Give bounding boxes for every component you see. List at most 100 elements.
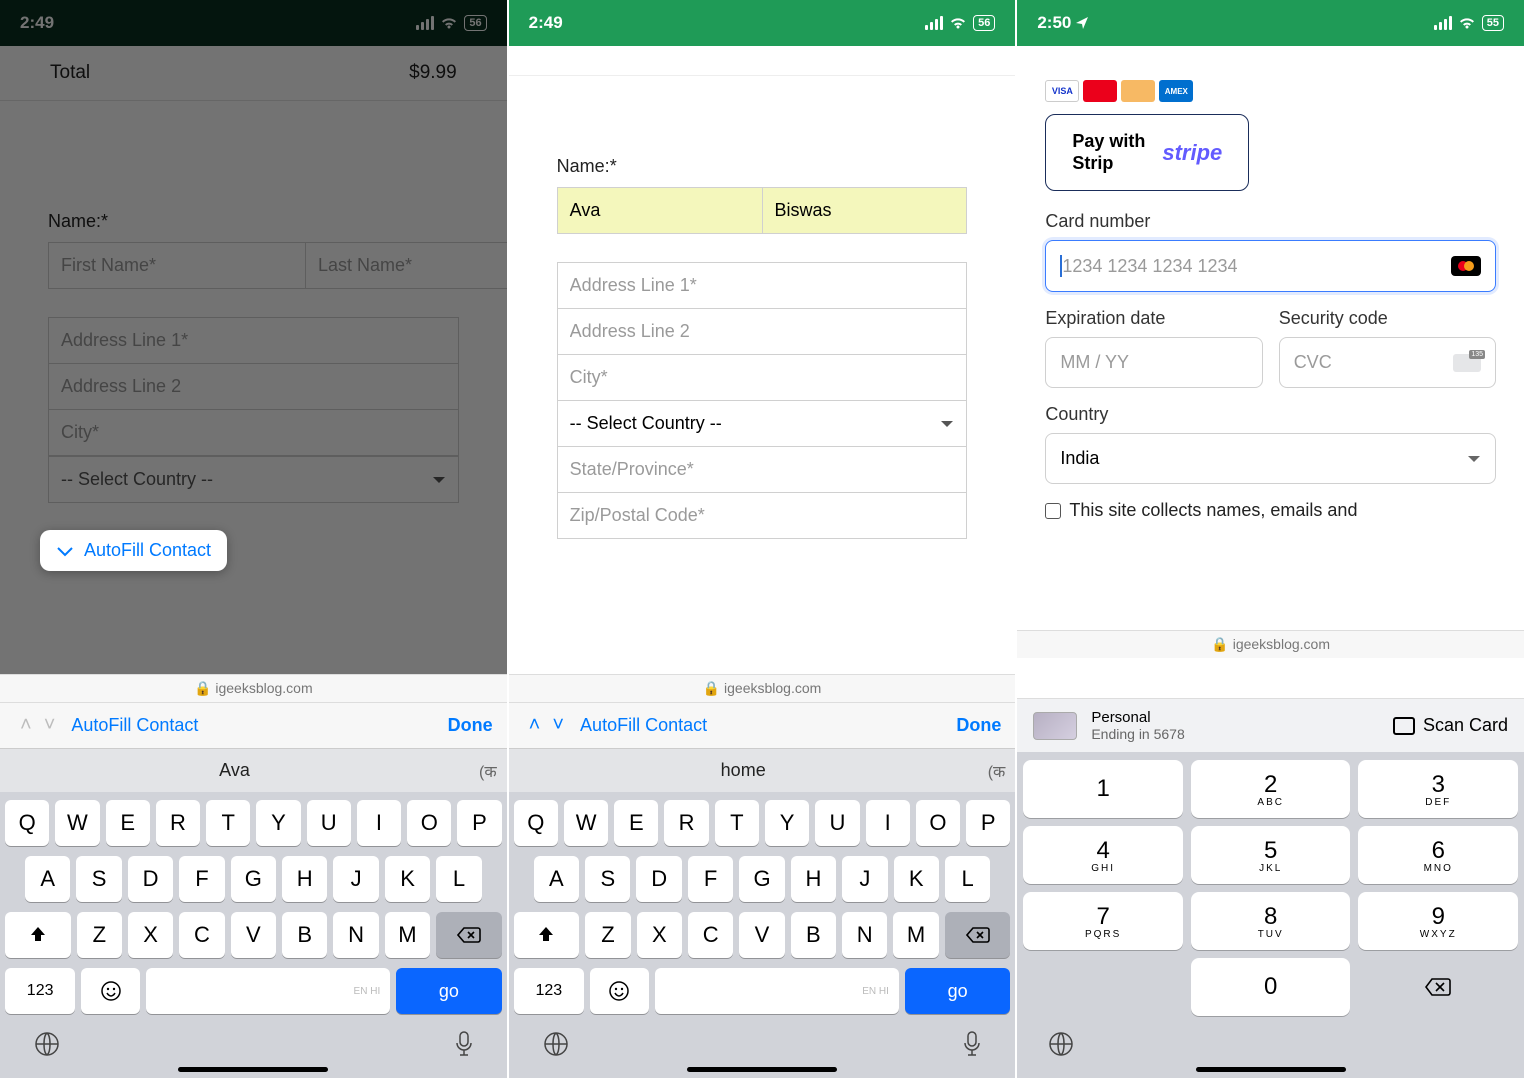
- autofill-popover[interactable]: AutoFill Contact: [40, 530, 227, 571]
- key-f[interactable]: F: [179, 856, 224, 902]
- key-z[interactable]: Z: [77, 912, 122, 958]
- key-r[interactable]: R: [156, 800, 200, 846]
- emoji-key[interactable]: [590, 968, 649, 1014]
- key-t[interactable]: T: [715, 800, 759, 846]
- consent-checkbox[interactable]: This site collects names, emails and: [1045, 500, 1496, 521]
- key-k[interactable]: K: [894, 856, 939, 902]
- shift-key[interactable]: [5, 912, 71, 958]
- key-b[interactable]: B: [282, 912, 327, 958]
- state-input[interactable]: [557, 447, 968, 493]
- key-l[interactable]: L: [436, 856, 481, 902]
- key-h[interactable]: H: [791, 856, 836, 902]
- key-c[interactable]: C: [179, 912, 224, 958]
- key-s[interactable]: S: [76, 856, 121, 902]
- keyboard-lang[interactable]: (क: [978, 760, 1016, 782]
- address2-input[interactable]: [557, 309, 968, 355]
- done-button[interactable]: Done: [448, 715, 493, 736]
- scan-card-button[interactable]: Scan Card: [1393, 715, 1508, 736]
- last-name-input[interactable]: Biswas: [763, 187, 968, 234]
- key-p[interactable]: P: [457, 800, 501, 846]
- key-y[interactable]: Y: [765, 800, 809, 846]
- key-c[interactable]: C: [688, 912, 733, 958]
- expiration-input[interactable]: MM / YY: [1045, 337, 1262, 388]
- country-select[interactable]: India: [1045, 433, 1496, 484]
- key-q[interactable]: Q: [5, 800, 49, 846]
- saved-card-button[interactable]: Personal Ending in 5678: [1091, 709, 1184, 742]
- address1-input[interactable]: [557, 262, 968, 309]
- numpad-0[interactable]: 0: [1191, 958, 1351, 1016]
- numpad-8[interactable]: 8TUV: [1191, 892, 1351, 950]
- dictate-key[interactable]: [962, 1030, 982, 1058]
- key-h[interactable]: H: [282, 856, 327, 902]
- suggestion-ava[interactable]: Ava: [0, 760, 469, 781]
- go-key[interactable]: go: [396, 968, 501, 1014]
- numpad-6[interactable]: 6MNO: [1358, 826, 1518, 884]
- home-indicator[interactable]: [178, 1067, 328, 1072]
- numbers-key[interactable]: 123: [5, 968, 75, 1014]
- key-g[interactable]: G: [739, 856, 784, 902]
- key-k[interactable]: K: [385, 856, 430, 902]
- key-x[interactable]: X: [128, 912, 173, 958]
- globe-key[interactable]: [33, 1030, 61, 1058]
- space-key[interactable]: EN HI: [146, 968, 390, 1014]
- key-r[interactable]: R: [664, 800, 708, 846]
- home-indicator[interactable]: [687, 1067, 837, 1072]
- numpad-4[interactable]: 4GHI: [1023, 826, 1183, 884]
- key-o[interactable]: O: [916, 800, 960, 846]
- key-u[interactable]: U: [815, 800, 859, 846]
- backspace-key[interactable]: [436, 912, 502, 958]
- key-v[interactable]: V: [739, 912, 784, 958]
- key-m[interactable]: M: [893, 912, 938, 958]
- globe-key[interactable]: [542, 1030, 570, 1058]
- numpad-3[interactable]: 3DEF: [1358, 760, 1518, 818]
- home-indicator[interactable]: [1196, 1067, 1346, 1072]
- key-b[interactable]: B: [791, 912, 836, 958]
- key-z[interactable]: Z: [585, 912, 630, 958]
- numpad-backspace[interactable]: [1358, 958, 1518, 1016]
- key-a[interactable]: A: [534, 856, 579, 902]
- zip-input[interactable]: [557, 493, 968, 539]
- suggestion-home[interactable]: home: [509, 760, 978, 781]
- key-w[interactable]: W: [55, 800, 99, 846]
- key-j[interactable]: J: [333, 856, 378, 902]
- key-d[interactable]: D: [636, 856, 681, 902]
- key-n[interactable]: N: [842, 912, 887, 958]
- autofill-contact-button[interactable]: AutoFill Contact: [580, 715, 707, 736]
- space-key[interactable]: EN HI: [655, 968, 899, 1014]
- prev-field-button[interactable]: ˄: [14, 714, 38, 737]
- emoji-key[interactable]: [81, 968, 140, 1014]
- key-n[interactable]: N: [333, 912, 378, 958]
- key-e[interactable]: E: [106, 800, 150, 846]
- done-button[interactable]: Done: [956, 715, 1001, 736]
- prev-field-button[interactable]: ˄: [523, 714, 547, 737]
- city-input[interactable]: [557, 355, 968, 401]
- key-d[interactable]: D: [128, 856, 173, 902]
- cvc-input[interactable]: CVC 135: [1279, 337, 1496, 388]
- key-f[interactable]: F: [688, 856, 733, 902]
- first-name-input[interactable]: Ava: [557, 187, 763, 234]
- next-field-button[interactable]: ˅: [546, 714, 570, 737]
- dictate-key[interactable]: [454, 1030, 474, 1058]
- numpad-1[interactable]: 1: [1023, 760, 1183, 818]
- key-e[interactable]: E: [614, 800, 658, 846]
- key-s[interactable]: S: [585, 856, 630, 902]
- key-o[interactable]: O: [407, 800, 451, 846]
- globe-key[interactable]: [1047, 1030, 1075, 1058]
- key-t[interactable]: T: [206, 800, 250, 846]
- numpad-7[interactable]: 7PQRS: [1023, 892, 1183, 950]
- numbers-key[interactable]: 123: [514, 968, 584, 1014]
- key-q[interactable]: Q: [514, 800, 558, 846]
- key-u[interactable]: U: [307, 800, 351, 846]
- key-y[interactable]: Y: [256, 800, 300, 846]
- key-a[interactable]: A: [25, 856, 70, 902]
- shift-key[interactable]: [514, 912, 580, 958]
- keyboard-lang[interactable]: (क: [469, 760, 507, 782]
- key-l[interactable]: L: [945, 856, 990, 902]
- pay-with-stripe-button[interactable]: Pay with Strip stripe: [1045, 114, 1249, 191]
- key-i[interactable]: I: [357, 800, 401, 846]
- numpad-5[interactable]: 5JKL: [1191, 826, 1351, 884]
- go-key[interactable]: go: [905, 968, 1010, 1014]
- key-i[interactable]: I: [866, 800, 910, 846]
- numpad-9[interactable]: 9WXYZ: [1358, 892, 1518, 950]
- autofill-contact-button[interactable]: AutoFill Contact: [71, 715, 198, 736]
